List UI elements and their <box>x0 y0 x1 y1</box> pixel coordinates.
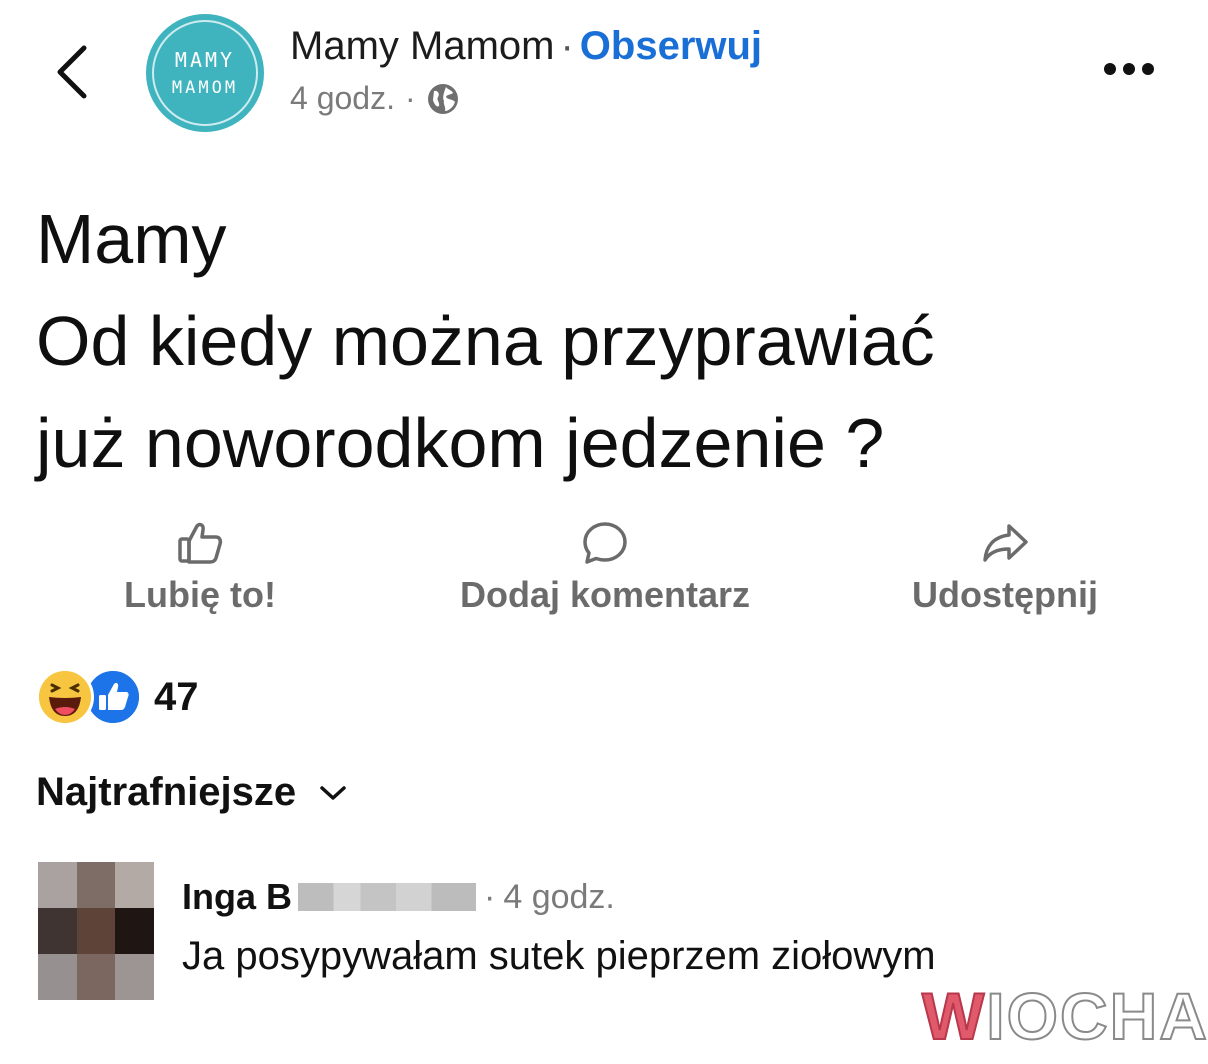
avatar-ring <box>152 20 258 126</box>
post-text: Mamy Od kiedy można przyprawiać już nowo… <box>36 200 935 482</box>
post-time[interactable]: 4 godz. <box>290 80 395 117</box>
comment-label: Dodaj komentarz <box>459 574 751 615</box>
header-separator: · <box>560 24 574 68</box>
post-header: Mamy Mamom · Obserwuj <box>290 24 762 69</box>
reaction-count: 47 <box>154 674 199 719</box>
comment-author-name[interactable]: Inga B <box>182 876 292 918</box>
comment-sort-dropdown[interactable]: Najtrafniejsze <box>36 770 348 815</box>
share-label: Udostępnij <box>912 574 1098 615</box>
comment-text: Ja posypywałam sutek pieprzem ziołowym <box>182 934 936 978</box>
avatar-logo-line2: MAMOM <box>171 78 239 98</box>
watermark-rest: IOCHA <box>985 978 1208 1054</box>
more-options-icon[interactable] <box>1104 62 1166 82</box>
thumbs-up-icon <box>178 522 223 564</box>
comment-button[interactable]: Dodaj komentarz <box>430 520 780 616</box>
meta-separator: · <box>404 80 416 116</box>
sort-label: Najtrafniejsze <box>36 770 297 814</box>
like-button[interactable]: Lubię to! <box>100 520 300 616</box>
page-avatar[interactable]: MAMY MAMOM <box>146 14 264 132</box>
haha-emoji-icon <box>36 668 94 726</box>
back-arrow-icon[interactable] <box>48 40 96 104</box>
comment-avatar-pixelated[interactable] <box>38 862 154 1000</box>
censored-name-block <box>298 883 477 911</box>
watermark-prefix: W <box>921 978 987 1054</box>
comment-bubble-icon <box>583 522 627 564</box>
share-button[interactable]: Udostępnij <box>890 520 1120 616</box>
avatar-logo-line1: MAMY <box>174 48 236 72</box>
page-name[interactable]: Mamy Mamom <box>290 24 554 68</box>
globe-icon <box>427 83 458 114</box>
chevron-down-icon <box>320 785 346 800</box>
share-arrow-icon <box>983 524 1028 562</box>
comment-separator: · <box>484 877 496 916</box>
comment-time: 4 godz. <box>503 877 615 916</box>
watermark-logo: WIOCHA <box>921 978 1208 1054</box>
like-label: Lubię to! <box>124 574 276 615</box>
follow-button[interactable]: Obserwuj <box>580 24 762 68</box>
post-meta: 4 godz. · <box>290 80 460 117</box>
reactions-summary[interactable]: 47 <box>36 668 199 726</box>
comment-header: Inga B · 4 godz. <box>182 876 615 918</box>
